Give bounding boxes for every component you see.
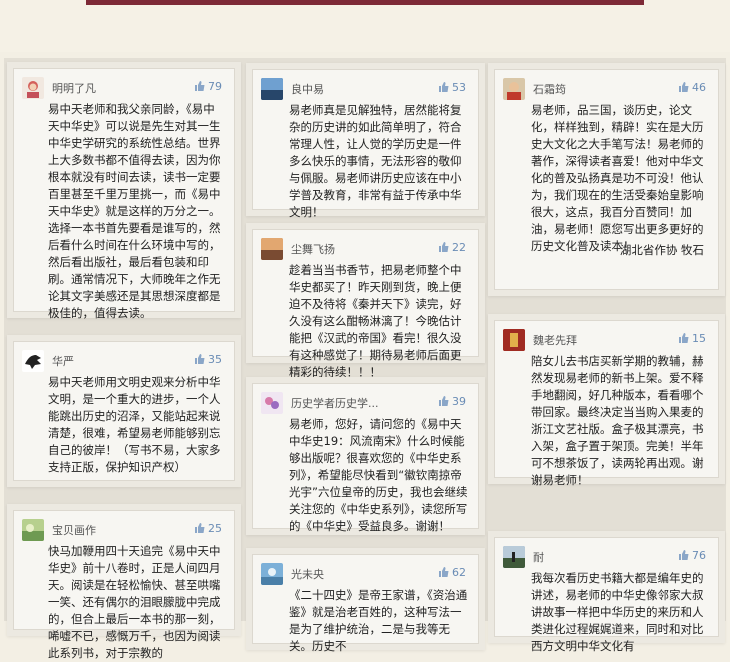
- thumb-up-icon: [439, 567, 449, 577]
- review-card: 宝贝画作 25 快马加鞭用四十天追完《易中天中华史》前十八卷时，正是人间四月天。…: [13, 510, 235, 660]
- thumb-up-icon: [439, 242, 449, 252]
- like-count[interactable]: 62: [439, 566, 466, 579]
- user-name[interactable]: 宝贝画作: [52, 522, 96, 538]
- user-avatar[interactable]: [503, 329, 525, 351]
- user-name[interactable]: 石霜筠: [533, 81, 566, 97]
- thumb-up-icon: [195, 523, 205, 533]
- like-count-value: 53: [452, 81, 466, 94]
- thumb-up-icon: [195, 354, 205, 364]
- review-text: 快马加鞭用四十天追完《易中天中华史》前十八卷时，正是人间四月天。阅读是在轻松愉快…: [48, 544, 221, 660]
- like-count[interactable]: 22: [439, 241, 466, 254]
- like-count[interactable]: 25: [195, 522, 222, 535]
- thumb-up-icon: [679, 82, 689, 92]
- review-card: 历史学者历史学... 39 易老师，您好，请问您的《易中天中华史19：风流南宋》…: [252, 383, 479, 533]
- review-card: 石霜筠 46 易老师，品三国，谈历史，论文化，样样独到，精辟！实在是大历史大文化…: [494, 69, 719, 290]
- review-card: 明明了凡 79 易中天老师和我父亲同龄，《易中天中华史》可以说是先生对其一生中华…: [13, 68, 235, 320]
- review-text: 趁着当当书香节，把易老师整个中华史都买了！昨天刚到货，晚上便迫不及待将《秦并天下…: [289, 263, 462, 379]
- like-count-value: 39: [452, 395, 466, 408]
- review-text: 我每次看历史书籍大都是编年史的讲述，易老师的中华史像邻家大叔讲故事一样把中华历史…: [531, 571, 704, 653]
- like-count-value: 22: [452, 241, 466, 254]
- like-count-value: 25: [208, 522, 222, 535]
- like-count[interactable]: 35: [195, 353, 222, 366]
- review-text: 陪女儿去书店买新学期的教辅，赫然发现易老师的新书上架。爱不释手地翻阅，好几种版本…: [531, 354, 704, 487]
- user-avatar[interactable]: [22, 350, 44, 372]
- user-avatar[interactable]: [503, 546, 525, 568]
- user-avatar[interactable]: [261, 392, 283, 414]
- review-text: 易中天老师用文明史观来分析中华文明，是一个重大的进步，一个人能跳出历史的沼泽，又…: [48, 375, 221, 474]
- review-text: 易老师真是见解独特，居然能将复杂的历史讲的如此简单明了，符合常理人性，让人觉的学…: [289, 103, 462, 219]
- like-count-value: 76: [692, 549, 706, 562]
- review-signature: 湖北省作协 牧石: [619, 243, 704, 257]
- thumb-up-icon: [439, 82, 449, 92]
- thumb-up-icon: [679, 333, 689, 343]
- review-card: 魏老先拜 15 陪女儿去书店买新学期的教辅，赫然发现易老师的新书上架。爱不释手地…: [494, 320, 719, 487]
- like-count[interactable]: 53: [439, 81, 466, 94]
- review-text: 易老师，品三国，谈历史，论文化，样样独到，精辟！实在是大历史大文化之大手笔写法！…: [531, 103, 704, 253]
- user-avatar[interactable]: [261, 238, 283, 260]
- user-avatar[interactable]: [261, 78, 283, 100]
- like-count[interactable]: 79: [195, 80, 222, 93]
- user-name[interactable]: 魏老先拜: [533, 332, 577, 348]
- like-count[interactable]: 15: [679, 332, 706, 345]
- thumb-up-icon: [195, 81, 205, 91]
- top-band: [0, 0, 730, 52]
- user-name[interactable]: 华严: [52, 353, 74, 369]
- user-avatar[interactable]: [22, 77, 44, 99]
- like-count-value: 79: [208, 80, 222, 93]
- review-card: 华严 35 易中天老师用文明史观来分析中华文明，是一个重大的进步，一个人能跳出历…: [13, 341, 235, 481]
- user-avatar[interactable]: [503, 78, 525, 100]
- review-text: 易老师，您好，请问您的《易中天中华史19：风流南宋》什么时候能够出版呢？很喜欢您…: [289, 417, 468, 533]
- like-count[interactable]: 76: [679, 549, 706, 562]
- review-card: 尘舞飞扬 22 趁着当当书香节，把易老师整个中华史都买了！昨天刚到货，晚上便迫不…: [252, 229, 479, 379]
- like-count[interactable]: 46: [679, 81, 706, 94]
- review-card: 光未央 62 《二十四史》是帝王家谱，《资治通鉴》就是治老百姓的，这种写法一是为…: [252, 554, 479, 653]
- review-card: 良中易 53 易老师真是见解独特，居然能将复杂的历史讲的如此简单明了，符合常理人…: [252, 69, 479, 219]
- like-count-value: 35: [208, 353, 222, 366]
- like-count-value: 46: [692, 81, 706, 94]
- thumb-up-icon: [439, 396, 449, 406]
- like-count-value: 15: [692, 332, 706, 345]
- user-name[interactable]: 明明了凡: [52, 80, 96, 96]
- user-name[interactable]: 历史学者历史学...: [291, 395, 379, 411]
- like-count[interactable]: 39: [439, 395, 466, 408]
- review-text: 《二十四史》是帝王家谱，《资治通鉴》就是治老百姓的，这种写法一是为了维护统治，二…: [289, 588, 468, 653]
- review-text: 易中天老师和我父亲同龄，《易中天中华史》可以说是先生对其一生中华史学研究的系统性…: [48, 102, 221, 320]
- user-name[interactable]: 耐: [533, 549, 544, 565]
- user-avatar[interactable]: [261, 563, 283, 585]
- user-name[interactable]: 良中易: [291, 81, 324, 97]
- thumb-up-icon: [679, 550, 689, 560]
- like-count-value: 62: [452, 566, 466, 579]
- user-name[interactable]: 尘舞飞扬: [291, 241, 335, 257]
- review-card: 耐 76 我每次看历史书籍大都是编年史的讲述，易老师的中华史像邻家大叔讲故事一样…: [494, 537, 719, 653]
- user-avatar[interactable]: [22, 519, 44, 541]
- top-accent-bar: [86, 0, 644, 5]
- user-name[interactable]: 光未央: [291, 566, 324, 582]
